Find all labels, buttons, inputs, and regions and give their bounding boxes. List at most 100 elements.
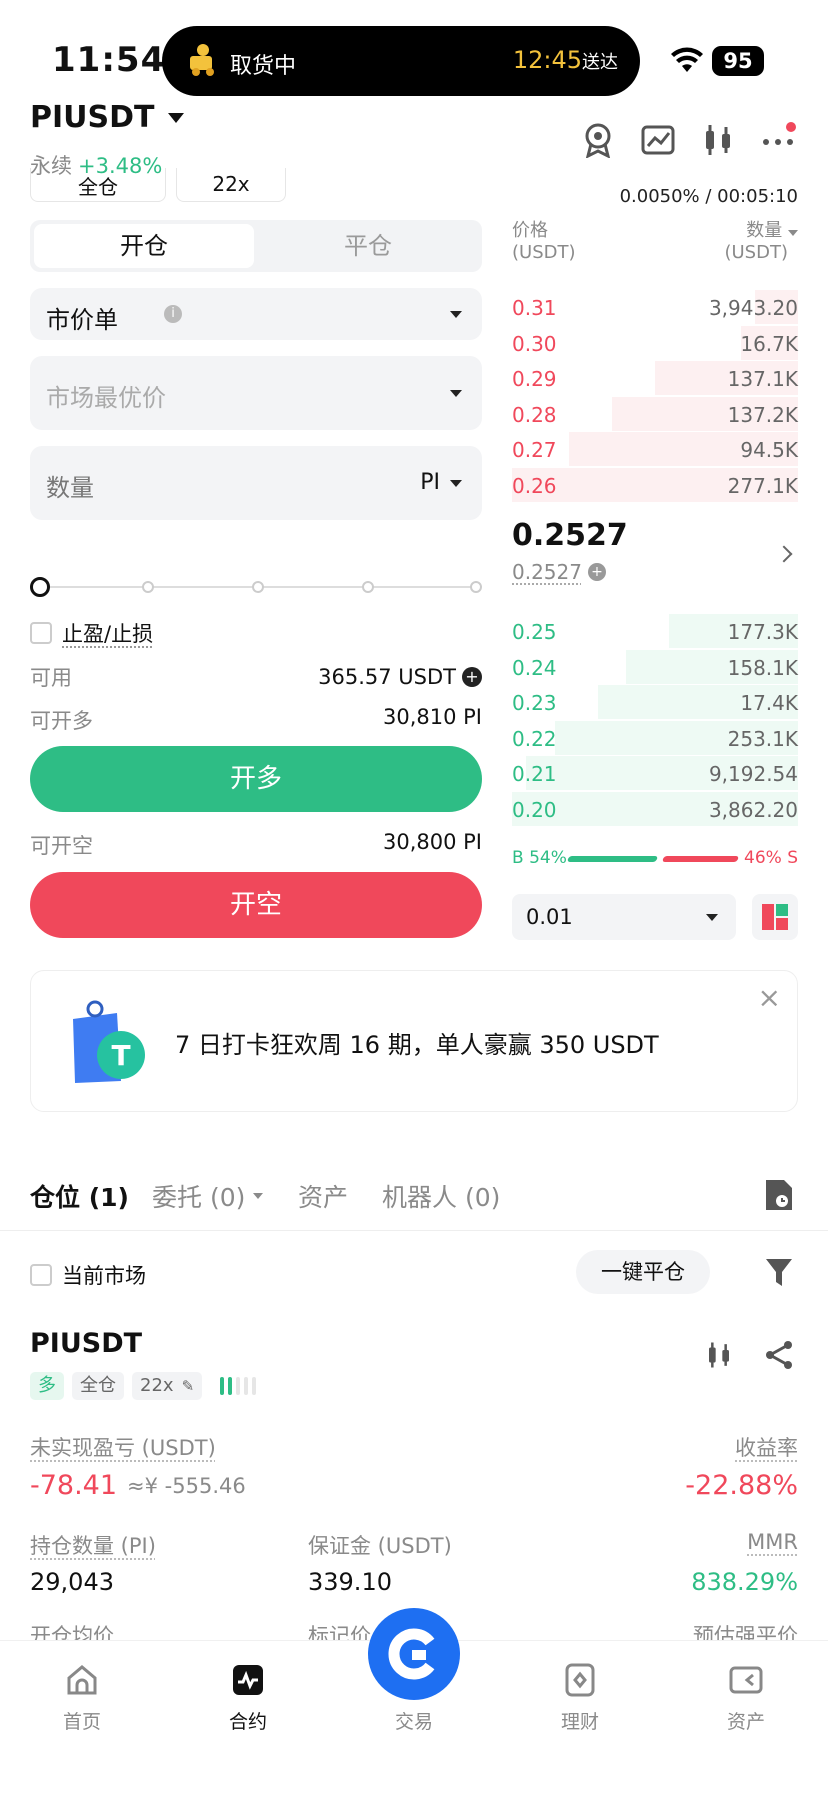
ob-qty-header[interactable]: 数量 (USDT) bbox=[724, 220, 798, 264]
current-market-checkbox[interactable] bbox=[30, 1264, 52, 1286]
divider bbox=[0, 1230, 828, 1231]
mmr-label[interactable]: MMR bbox=[747, 1530, 798, 1554]
share-icon[interactable] bbox=[764, 1340, 794, 1370]
tab-open[interactable]: 开仓 bbox=[34, 224, 254, 268]
bid-row[interactable]: 0.25 177.3K bbox=[512, 614, 798, 648]
mark-price-icon: + bbox=[587, 563, 606, 581]
nav-home[interactable]: 首页 bbox=[32, 1663, 132, 1734]
leverage-chip[interactable]: 22x bbox=[176, 168, 286, 202]
bid-qty: 158.1K bbox=[727, 655, 798, 680]
tab-close[interactable]: 平仓 bbox=[258, 224, 478, 268]
ask-qty: 16.7K bbox=[740, 331, 798, 356]
open-close-switch[interactable]: 开仓 平仓 bbox=[30, 220, 482, 272]
ask-qty: 277.1K bbox=[727, 473, 798, 498]
open-short-button[interactable]: 开空 bbox=[30, 872, 482, 938]
can-long-row: 可开多 30,810 PI bbox=[30, 705, 482, 733]
pnl-value: -78.41 ≈¥ -555.46 bbox=[30, 1470, 246, 1501]
ask-price: 0.27 bbox=[512, 438, 557, 462]
candlestick-icon[interactable] bbox=[704, 1340, 734, 1370]
roe-label[interactable]: 收益率 bbox=[735, 1432, 798, 1462]
ask-qty: 3,943.20 bbox=[708, 296, 798, 320]
more-icon[interactable] bbox=[760, 122, 796, 158]
wifi-icon bbox=[670, 46, 704, 74]
bid-row[interactable]: 0.24 158.1K bbox=[512, 649, 798, 684]
last-price: 0.2527 bbox=[512, 518, 628, 553]
tab-assets[interactable]: 资产 bbox=[298, 1178, 348, 1214]
tab-positions[interactable]: 仓位 (1) bbox=[30, 1178, 129, 1214]
nav-futures[interactable]: 合约 bbox=[198, 1663, 298, 1734]
ask-price: 0.26 bbox=[512, 473, 557, 498]
ask-price: 0.31 bbox=[512, 296, 557, 320]
chevron-down-icon bbox=[450, 390, 462, 397]
bid-row[interactable]: 0.22 253.1K bbox=[512, 720, 798, 755]
promo-banner[interactable]: T 7 日打卡狂欢周 16 期，单人豪赢 350 USDT × bbox=[30, 970, 798, 1112]
slider-tick[interactable] bbox=[470, 581, 482, 593]
precision-select[interactable]: 0.01 bbox=[512, 894, 736, 940]
bid-qty: 253.1K bbox=[727, 726, 798, 751]
tpsl-checkbox[interactable] bbox=[30, 622, 52, 644]
ob-price-header: 价格 (USDT) bbox=[512, 220, 576, 263]
pair-selector[interactable]: PIUSDT bbox=[30, 100, 185, 135]
price-input[interactable]: 市场最优价 bbox=[30, 356, 482, 430]
history-icon[interactable] bbox=[764, 1178, 794, 1212]
ask-row[interactable]: 0.28 137.2K bbox=[512, 396, 798, 431]
ask-row[interactable]: 0.31 3,943.20 bbox=[512, 290, 798, 324]
chevron-down-icon bbox=[450, 480, 462, 487]
margin-label: 保证金 (USDT) bbox=[308, 1534, 452, 1558]
bid-price: 0.21 bbox=[512, 762, 557, 786]
slider-tick[interactable] bbox=[252, 581, 264, 593]
ratio-bar: B 54% 46% S bbox=[512, 848, 798, 868]
ask-qty: 137.1K bbox=[727, 367, 798, 391]
bid-price: 0.25 bbox=[512, 620, 557, 644]
buy-ratio: B 54% bbox=[512, 848, 567, 868]
slider-thumb[interactable] bbox=[30, 577, 50, 597]
current-market-toggle[interactable]: 当前市场 bbox=[30, 1260, 146, 1290]
bid-row[interactable]: 0.21 9,192.54 bbox=[512, 756, 798, 790]
funding-rate: 0.0050% / 00:05:10 bbox=[619, 186, 798, 207]
dynamic-island[interactable]: 取货中 12:45送达 bbox=[162, 26, 640, 96]
trade-fab[interactable] bbox=[368, 1608, 460, 1700]
size-label[interactable]: 持仓数量 (PI) bbox=[30, 1530, 156, 1560]
chevron-right-icon[interactable] bbox=[775, 545, 793, 563]
bid-price: 0.22 bbox=[512, 726, 557, 751]
close-icon[interactable]: × bbox=[758, 981, 781, 1014]
info-icon[interactable]: i bbox=[164, 305, 182, 323]
layout-icon[interactable] bbox=[752, 894, 798, 940]
quantity-unit[interactable]: PI bbox=[420, 470, 440, 495]
ask-row[interactable]: 0.27 94.5K bbox=[512, 432, 798, 466]
leverage-tag[interactable]: 22x ✎ bbox=[132, 1372, 203, 1400]
buy-bar bbox=[566, 856, 658, 862]
chart-icon[interactable] bbox=[640, 122, 676, 158]
bid-row[interactable]: 0.23 17.4K bbox=[512, 685, 798, 719]
ask-qty: 94.5K bbox=[740, 438, 798, 462]
candlestick-icon[interactable] bbox=[700, 122, 736, 158]
chevron-down-icon bbox=[253, 1193, 264, 1199]
badge-icon[interactable] bbox=[580, 122, 616, 158]
ask-row[interactable]: 0.30 16.7K bbox=[512, 325, 798, 360]
nav-earn[interactable]: 理财 bbox=[530, 1663, 630, 1734]
bid-qty: 3,862.20 bbox=[708, 797, 798, 822]
plus-circle-icon[interactable]: + bbox=[462, 667, 482, 687]
price-placeholder: 市场最优价 bbox=[46, 384, 166, 412]
open-long-button[interactable]: 开多 bbox=[30, 746, 482, 812]
ask-qty: 137.2K bbox=[727, 402, 798, 427]
quantity-slider[interactable] bbox=[30, 577, 482, 597]
can-long-value: 30,810 PI bbox=[382, 705, 482, 729]
order-type-select[interactable]: 市价单 i bbox=[30, 288, 482, 340]
side-tag: 多 bbox=[30, 1372, 64, 1400]
tpsl-toggle[interactable]: 止盈/止损 bbox=[30, 618, 153, 648]
margin-mode-chip[interactable]: 全仓 bbox=[30, 168, 166, 202]
slider-tick[interactable] bbox=[142, 581, 154, 593]
ask-row[interactable]: 0.29 137.1K bbox=[512, 361, 798, 395]
slider-tick[interactable] bbox=[362, 581, 374, 593]
quantity-input[interactable]: 数量 PI bbox=[30, 446, 482, 520]
close-all-button[interactable]: 一键平仓 bbox=[576, 1250, 710, 1294]
can-short-value: 30,800 PI bbox=[382, 830, 482, 854]
pnl-label[interactable]: 未实现盈亏 (USDT) bbox=[30, 1432, 216, 1462]
ask-row[interactable]: 0.26 277.1K bbox=[512, 467, 798, 502]
tab-orders[interactable]: 委托 (0) bbox=[152, 1178, 264, 1214]
tab-bots[interactable]: 机器人 (0) bbox=[382, 1178, 500, 1214]
nav-assets[interactable]: 资产 bbox=[696, 1663, 796, 1734]
bid-row[interactable]: 0.20 3,862.20 bbox=[512, 791, 798, 826]
filter-icon[interactable] bbox=[764, 1256, 794, 1288]
